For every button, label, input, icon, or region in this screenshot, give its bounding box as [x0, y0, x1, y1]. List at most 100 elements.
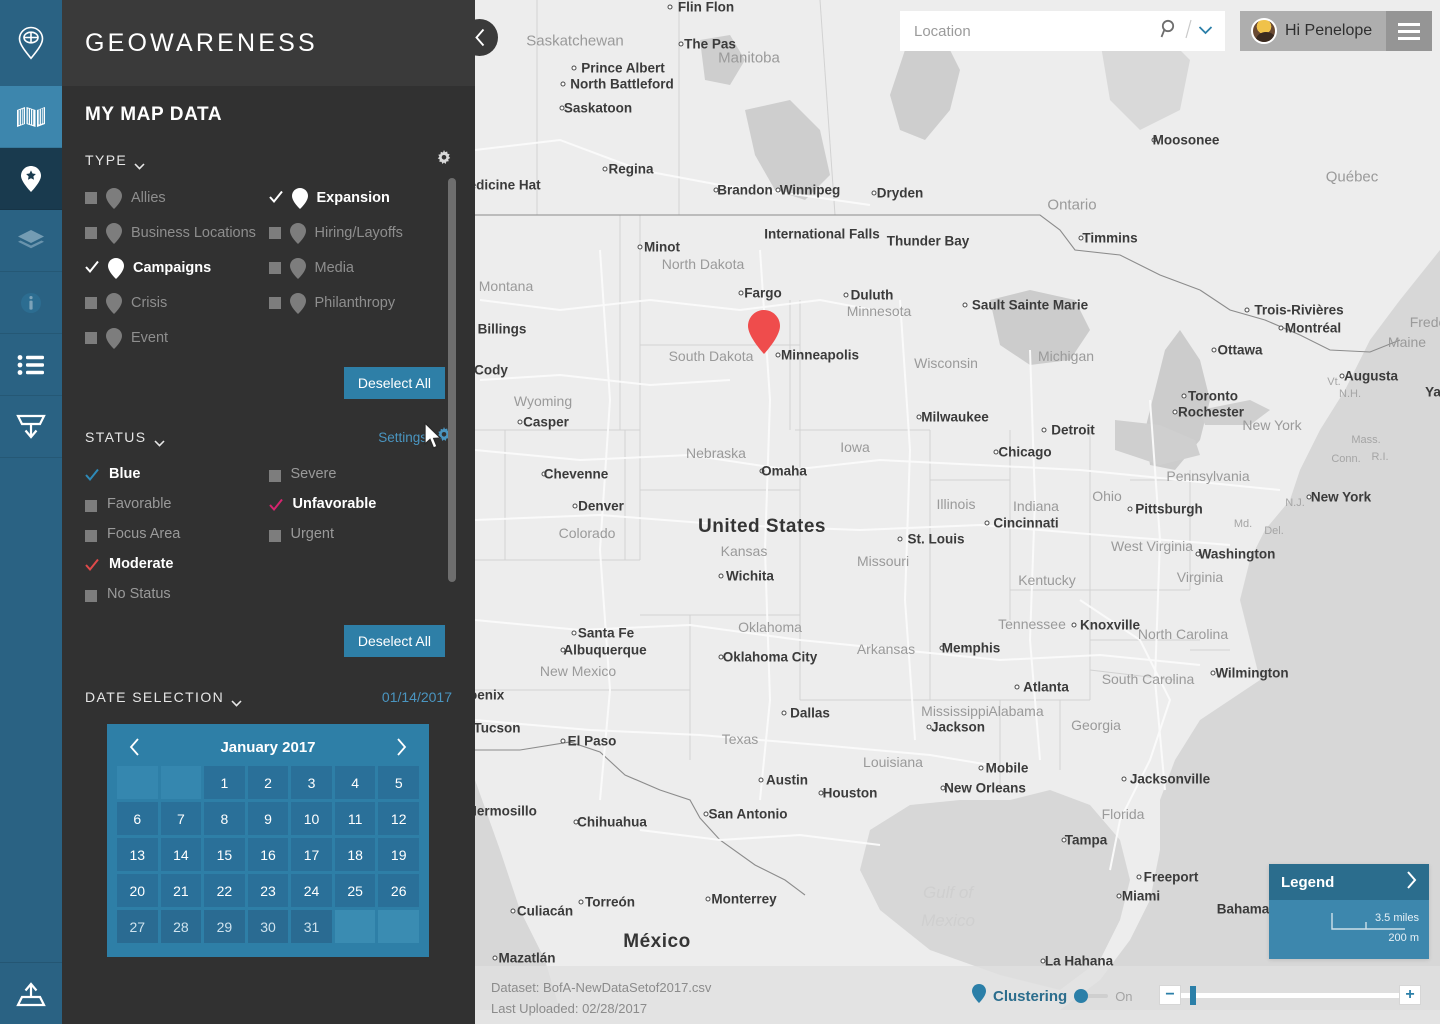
type-section-header[interactable]: TYPE — [62, 149, 475, 171]
type-option-hiring-layoffs[interactable]: Hiring/Layoffs — [268, 219, 453, 254]
calendar-next-month-button[interactable] — [396, 738, 407, 756]
calendar-day-21[interactable]: 21 — [160, 874, 202, 907]
hamburger-icon[interactable] — [1386, 11, 1432, 51]
status-option-moderate[interactable]: Moderate — [85, 549, 269, 579]
type-option-philanthropy[interactable]: Philanthropy — [268, 289, 453, 324]
calendar-day-3[interactable]: 3 — [291, 766, 332, 799]
calendar-day-4[interactable]: 4 — [334, 766, 376, 799]
status-settings-link[interactable]: Settings — [378, 430, 427, 445]
chevron-down-icon[interactable] — [231, 694, 242, 707]
sidebar-collapse-button[interactable] — [461, 19, 498, 56]
gear-icon[interactable] — [436, 149, 452, 171]
calendar-day-28[interactable]: 28 — [160, 910, 202, 943]
type-option-event[interactable]: Event — [85, 324, 269, 359]
chevron-right-icon[interactable] — [1406, 870, 1417, 894]
checkbox[interactable] — [85, 227, 97, 239]
zoom-in-button[interactable]: + — [1399, 985, 1421, 1005]
calendar-day-31[interactable]: 31 — [291, 910, 332, 943]
calendar-day-7[interactable]: 7 — [160, 802, 202, 835]
calendar-day-26[interactable]: 26 — [378, 874, 419, 907]
check-icon[interactable] — [85, 558, 99, 572]
calendar-day-8[interactable]: 8 — [204, 802, 245, 835]
layers-icon[interactable] — [0, 210, 62, 272]
clustering-toggle[interactable] — [1074, 989, 1109, 1003]
status-option-focus-area[interactable]: Focus Area — [85, 519, 269, 549]
type-option-business-locations[interactable]: Business Locations — [85, 219, 269, 254]
calendar-day-10[interactable]: 10 — [291, 802, 332, 835]
checkbox[interactable] — [85, 297, 97, 309]
checkbox[interactable] — [268, 227, 281, 239]
calendar-day-1[interactable]: 1 — [204, 766, 245, 799]
chevron-down-icon[interactable] — [1198, 22, 1213, 40]
zoom-track[interactable] — [1181, 985, 1399, 1005]
type-deselect-all-button[interactable]: Deselect All — [343, 367, 445, 399]
download-icon[interactable] — [0, 396, 62, 458]
status-deselect-all-button[interactable]: Deselect All — [343, 625, 445, 657]
check-icon[interactable] — [85, 260, 99, 274]
check-icon[interactable] — [268, 498, 283, 512]
type-option-allies[interactable]: Allies — [85, 184, 269, 219]
calendar-day-14[interactable]: 14 — [160, 838, 202, 871]
calendar-day-20[interactable]: 20 — [117, 874, 158, 907]
calendar-day-17[interactable]: 17 — [291, 838, 332, 871]
checkbox[interactable] — [268, 262, 281, 274]
calendar-day-12[interactable]: 12 — [378, 802, 419, 835]
pin-icon[interactable] — [0, 148, 62, 210]
type-option-expansion[interactable]: Expansion — [268, 184, 453, 219]
calendar-day-18[interactable]: 18 — [334, 838, 376, 871]
check-icon[interactable] — [268, 190, 283, 204]
type-option-crisis[interactable]: Crisis — [85, 289, 269, 324]
logo-pin-icon[interactable] — [0, 0, 62, 86]
calendar-day-11[interactable]: 11 — [334, 802, 376, 835]
chevron-down-icon[interactable] — [153, 434, 165, 447]
search-input[interactable] — [900, 11, 1160, 51]
zoom-handle[interactable] — [1190, 985, 1196, 1005]
check-icon[interactable] — [85, 468, 99, 482]
checkbox[interactable] — [268, 469, 281, 482]
calendar-day-5[interactable]: 5 — [378, 766, 419, 799]
calendar-day-30[interactable]: 30 — [247, 910, 289, 943]
status-option-blue[interactable]: Blue — [85, 459, 269, 489]
type-option-campaigns[interactable]: Campaigns — [85, 254, 269, 289]
status-option-severe[interactable]: Severe — [268, 459, 453, 489]
avatar[interactable] — [1251, 18, 1277, 44]
calendar-day-15[interactable]: 15 — [204, 838, 245, 871]
upload-icon[interactable] — [0, 962, 62, 1024]
calendar-day-9[interactable]: 9 — [247, 802, 289, 835]
status-option-no-status[interactable]: No Status — [85, 579, 269, 609]
checkbox[interactable] — [268, 297, 281, 309]
legend-header[interactable]: Legend — [1269, 864, 1429, 900]
sidebar-scrollbar[interactable] — [448, 178, 456, 582]
date-section-header[interactable]: DATE SELECTION 01/14/2017 — [62, 687, 475, 707]
calendar-day-2[interactable]: 2 — [247, 766, 289, 799]
info-icon[interactable] — [0, 272, 62, 334]
status-option-unfavorable[interactable]: Unfavorable — [268, 489, 453, 519]
calendar-day-27[interactable]: 27 — [117, 910, 158, 943]
calendar-day-25[interactable]: 25 — [334, 874, 376, 907]
status-section-header[interactable]: STATUS Settings — [62, 426, 475, 447]
calendar-day-6[interactable]: 6 — [117, 802, 158, 835]
zoom-out-button[interactable]: − — [1159, 985, 1181, 1005]
calendar-day-24[interactable]: 24 — [291, 874, 332, 907]
calendar-day-13[interactable]: 13 — [117, 838, 158, 871]
checkbox[interactable] — [85, 499, 97, 512]
chevron-down-icon[interactable] — [134, 157, 145, 170]
status-option-urgent[interactable]: Urgent — [268, 519, 453, 549]
checkbox[interactable] — [85, 192, 97, 204]
status-option-favorable[interactable]: Favorable — [85, 489, 269, 519]
type-option-media[interactable]: Media — [268, 254, 453, 289]
calendar-day-22[interactable]: 22 — [204, 874, 245, 907]
calendar-day-29[interactable]: 29 — [204, 910, 245, 943]
checkbox[interactable] — [85, 529, 97, 542]
map-marker-pin[interactable] — [747, 309, 781, 360]
checkbox[interactable] — [268, 529, 281, 542]
calendar-day-23[interactable]: 23 — [247, 874, 289, 907]
magnifier-icon[interactable] — [1160, 19, 1180, 44]
calendar-day-16[interactable]: 16 — [247, 838, 289, 871]
checkbox[interactable] — [85, 589, 97, 602]
checkbox[interactable] — [85, 332, 97, 344]
list-icon[interactable] — [0, 334, 62, 396]
calendar-day-19[interactable]: 19 — [378, 838, 419, 871]
map-icon[interactable] — [0, 86, 62, 148]
calendar-prev-month-button[interactable] — [129, 738, 140, 756]
